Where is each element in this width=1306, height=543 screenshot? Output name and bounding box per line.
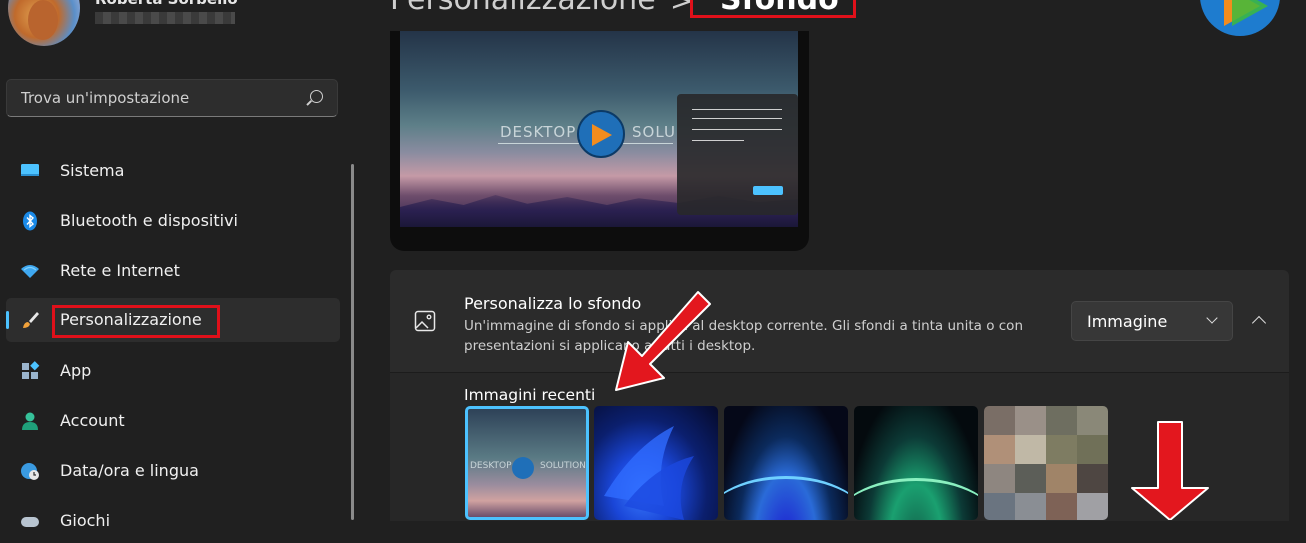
bluetooth-icon (23, 211, 37, 231)
person-icon (22, 412, 38, 430)
sidebar-item-account[interactable]: Account (6, 399, 340, 443)
globe-clock-icon (21, 463, 39, 480)
sidebar-item-label: Data/ora e lingua (60, 461, 199, 480)
sidebar-item-data-ora[interactable]: Data/ora e lingua (6, 449, 340, 493)
profile-logo[interactable] (1200, 0, 1280, 36)
background-type-dropdown[interactable]: Immagine (1071, 301, 1233, 341)
recent-image-2[interactable] (594, 406, 718, 520)
gamepad-icon (21, 517, 39, 527)
sidebar-item-label: Sistema (60, 161, 125, 180)
recent-images-label: Immagini recenti (464, 386, 596, 404)
search-box[interactable] (6, 79, 338, 117)
dropdown-value: Immagine (1087, 312, 1168, 331)
user-name: Roberta Sorbello (95, 0, 238, 8)
thumb-text-right: SOLUTION (540, 461, 586, 471)
wallpaper-logo (577, 110, 625, 158)
desktop-preview: DESKTOP SOLU (390, 31, 809, 251)
collapse-button[interactable] (1248, 311, 1270, 331)
wallpaper-text-left: DESKTOP (500, 123, 577, 141)
sidebar-item-label: Rete e Internet (60, 261, 180, 280)
thumb-text-left: DESKTOP (470, 461, 512, 471)
search-icon[interactable] (310, 90, 323, 103)
wallpaper-preview: DESKTOP SOLU (400, 31, 798, 227)
active-indicator (6, 311, 9, 329)
sidebar-item-label: App (60, 361, 92, 380)
sidebar-item-giochi[interactable]: Giochi (6, 499, 340, 543)
recent-image-4[interactable] (854, 406, 978, 520)
sidebar-item-app[interactable]: App (6, 349, 340, 393)
monitor-icon (21, 164, 39, 176)
brand-logo-icon (1224, 0, 1268, 26)
background-card-description: Un'immagine di sfondo si applica al desk… (464, 318, 1023, 354)
highlight-box-personalizzazione (52, 305, 220, 338)
avatar[interactable] (8, 0, 80, 46)
sidebar-item-sistema[interactable]: Sistema (6, 149, 340, 193)
apps-icon (22, 361, 40, 379)
sidebar-item-bluetooth[interactable]: Bluetooth e dispositivi (6, 199, 340, 243)
user-email-blurred (95, 12, 235, 24)
thumb-logo (512, 457, 534, 479)
recent-image-5-blurred[interactable] (984, 406, 1108, 520)
chevron-down-icon (1206, 312, 1218, 324)
search-input[interactable] (19, 88, 303, 108)
preview-window (677, 94, 798, 215)
paintbrush-icon (23, 312, 39, 328)
recent-image-1[interactable]: DESKTOP SOLUTION (465, 406, 589, 520)
wallpaper-text-right: SOLU (632, 123, 676, 141)
sidebar-item-rete[interactable]: Rete e Internet (6, 249, 340, 293)
image-icon (414, 310, 436, 332)
sidebar-item-label: Giochi (60, 511, 111, 530)
highlight-box-title (690, 0, 856, 18)
annotation-arrow-down (1131, 421, 1209, 520)
annotation-arrow-left (615, 291, 711, 391)
sidebar-scrollbar[interactable] (351, 164, 354, 520)
wifi-icon (21, 265, 39, 278)
preview-window-button (753, 186, 783, 195)
sidebar-item-label: Bluetooth e dispositivi (60, 211, 238, 230)
recent-image-3[interactable] (724, 406, 848, 520)
breadcrumb-parent[interactable]: Personalizzazione (390, 0, 656, 17)
sidebar-item-label: Account (60, 411, 125, 430)
